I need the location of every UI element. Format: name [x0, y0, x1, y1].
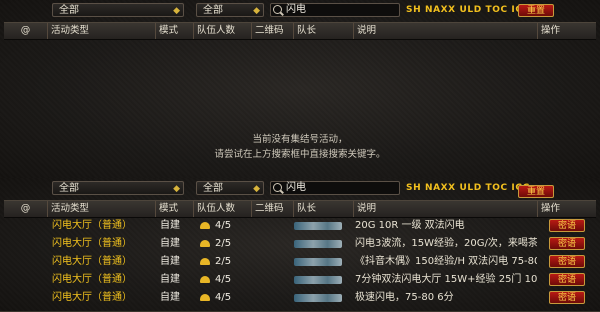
table-row[interactable]: 闪电大厅（普通） 自建 4/5 极速闪电，75-80 6分 密语 — [4, 290, 596, 305]
mode-cell: 自建 — [160, 220, 180, 231]
table-row[interactable]: 闪电大厅（普通） 自建 4/5 20G 10R 一级 双法闪电 密语 — [4, 218, 596, 233]
dropdown-arrow-icon: ◆ — [253, 184, 260, 194]
search-input-value: 闪电 — [286, 4, 306, 15]
mode-cell: 自建 — [160, 292, 180, 303]
table-row[interactable]: 闪电大厅（普通） 自建 4/5 7分钟双法闪电大厅 15W+经验 25门 10.… — [4, 272, 596, 287]
mode-dropdown-value: 全部 — [203, 5, 223, 16]
col-at[interactable]: @ — [4, 23, 48, 39]
top-table-header: @ 活动类型 模式 队伍人数 二维码 队长 说明 操作 — [4, 22, 596, 40]
people-icon — [200, 293, 210, 301]
blurred-leader-name — [294, 222, 342, 230]
col-actions: 操作 — [541, 25, 561, 36]
people-icon — [200, 239, 210, 247]
blurred-leader-name — [294, 240, 342, 248]
quick-filter-tags[interactable]: SH NAXX ULD TOC ICC — [406, 5, 530, 15]
activity-type-cell: 闪电大厅（普通） — [52, 256, 132, 267]
whisper-button[interactable]: 密语 — [549, 237, 585, 250]
blurred-leader-name — [294, 276, 342, 284]
search-input[interactable]: 闪电 — [270, 181, 400, 195]
mode-cell: 自建 — [160, 274, 180, 285]
description-cell: 闪电3波流，15W经验，20G/次，来喝茶... — [355, 238, 537, 249]
description-cell: 7分钟双法闪电大厅 15W+经验 25门 10... — [355, 274, 537, 285]
party-count: 2/5 — [215, 256, 232, 267]
blurred-leader-name — [294, 258, 342, 266]
description-cell: 《抖音木偶》150经验/H 双法闪电 75-80... — [355, 256, 537, 267]
search-input[interactable]: 闪电 — [270, 3, 400, 17]
dropdown-arrow-icon: ◆ — [173, 184, 180, 194]
whisper-button[interactable]: 密语 — [549, 255, 585, 268]
dropdown-arrow-icon: ◆ — [173, 6, 180, 16]
col-qr-code[interactable]: 二维码 — [252, 201, 294, 217]
bottom-table-header: @ 活动类型 模式 队伍人数 二维码 队长 说明 操作 — [4, 200, 596, 218]
mode-dropdown[interactable]: 全部 ◆ — [196, 3, 264, 17]
description-cell: 20G 10R 一级 双法闪电 — [355, 220, 465, 231]
dropdown-arrow-icon: ◆ — [253, 6, 260, 16]
category-dropdown-value: 全部 — [59, 5, 79, 16]
party-count: 4/5 — [215, 274, 232, 285]
category-dropdown-value: 全部 — [59, 183, 79, 194]
party-size-cell: 4/5 — [200, 272, 256, 287]
activity-type-cell: 闪电大厅（普通） — [52, 220, 132, 231]
people-icon — [200, 275, 210, 283]
whisper-button[interactable]: 密语 — [549, 291, 585, 304]
party-size-cell: 2/5 — [200, 254, 256, 269]
leader-cell — [294, 254, 349, 269]
col-activity-type[interactable]: 活动类型 — [48, 201, 156, 217]
leader-cell — [294, 236, 349, 251]
col-actions: 操作 — [541, 203, 561, 214]
leader-cell — [294, 218, 349, 233]
activity-type-cell: 闪电大厅（普通） — [52, 274, 132, 285]
table-row[interactable]: 闪电大厅（普通） 自建 2/5 闪电3波流，15W经验，20G/次，来喝茶...… — [4, 236, 596, 251]
col-activity-type[interactable]: 活动类型 — [48, 23, 156, 39]
people-icon — [200, 221, 210, 229]
mode-cell: 自建 — [160, 256, 180, 267]
leader-cell — [294, 290, 349, 305]
party-size-cell: 4/5 — [200, 290, 256, 305]
col-mode[interactable]: 模式 — [156, 201, 194, 217]
whisper-button[interactable]: 密语 — [549, 273, 585, 286]
col-party-size[interactable]: 队伍人数 — [194, 23, 252, 39]
description-cell: 极速闪电，75-80 6分 — [355, 292, 454, 303]
top-activity-panel: 全部 ◆ 全部 ◆ 闪电 SH NAXX ULD TOC ICC 重置 @ 活动… — [0, 0, 600, 179]
col-at[interactable]: @ — [4, 201, 48, 217]
activity-type-cell: 闪电大厅（普通） — [52, 292, 132, 303]
category-dropdown[interactable]: 全部 ◆ — [52, 181, 184, 195]
party-count: 4/5 — [215, 292, 232, 303]
mode-dropdown-value: 全部 — [203, 183, 223, 194]
reset-button[interactable]: 重置 — [518, 4, 554, 17]
category-dropdown[interactable]: 全部 ◆ — [52, 3, 184, 17]
whisper-button[interactable]: 密语 — [549, 219, 585, 232]
empty-state-line-2: 请尝试在上方搜索框中直接搜索关键字。 — [214, 149, 386, 160]
blurred-leader-name — [294, 294, 342, 302]
search-input-value: 闪电 — [286, 182, 306, 193]
search-icon — [273, 183, 282, 192]
top-toolbar: 全部 ◆ 全部 ◆ 闪电 SH NAXX ULD TOC ICC 重置 — [0, 0, 600, 22]
col-leader[interactable]: 队长 — [294, 201, 354, 217]
quick-filter-tags[interactable]: SH NAXX ULD TOC ICC — [406, 183, 530, 193]
empty-state-line-1: 当前没有集结号活动， — [252, 134, 348, 145]
party-size-cell: 4/5 — [200, 218, 256, 233]
leader-cell — [294, 272, 349, 287]
col-qr-code[interactable]: 二维码 — [252, 23, 294, 39]
table-row[interactable]: 闪电大厅（普通） 自建 2/5 《抖音木偶》150经验/H 双法闪电 75-80… — [4, 254, 596, 269]
activity-type-cell: 闪电大厅（普通） — [52, 238, 132, 249]
mode-dropdown[interactable]: 全部 ◆ — [196, 181, 264, 195]
party-count: 4/5 — [215, 220, 232, 231]
mode-cell: 自建 — [160, 238, 180, 249]
col-description[interactable]: 说明 — [354, 201, 538, 217]
party-count: 2/5 — [215, 238, 232, 249]
party-size-cell: 2/5 — [200, 236, 256, 251]
col-description[interactable]: 说明 — [354, 23, 538, 39]
search-icon — [273, 5, 282, 14]
col-leader[interactable]: 队长 — [294, 23, 354, 39]
col-mode[interactable]: 模式 — [156, 23, 194, 39]
bottom-activity-panel: 全部 ◆ 全部 ◆ 闪电 SH NAXX ULD TOC ICC 重置 @ 活动… — [0, 178, 600, 312]
people-icon — [200, 257, 210, 265]
col-party-size[interactable]: 队伍人数 — [194, 201, 252, 217]
reset-button[interactable]: 重置 — [518, 185, 554, 198]
bottom-toolbar: 全部 ◆ 全部 ◆ 闪电 SH NAXX ULD TOC ICC 重置 — [0, 178, 600, 200]
